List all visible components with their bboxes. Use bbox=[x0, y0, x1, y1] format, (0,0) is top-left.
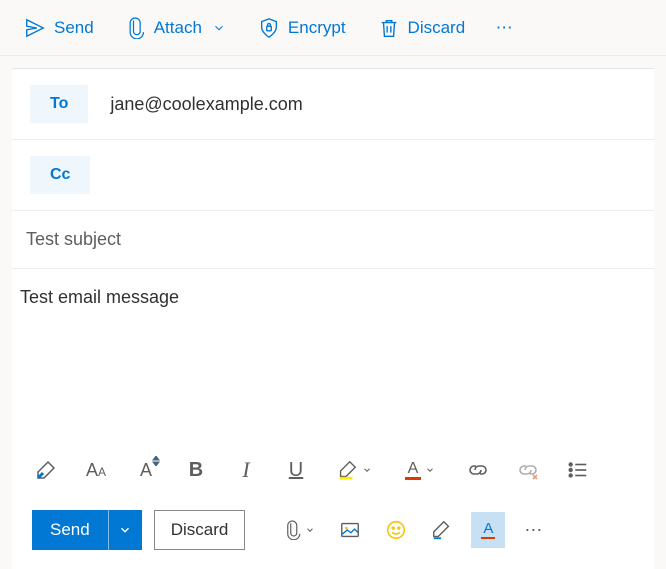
insert-picture-button[interactable] bbox=[333, 512, 367, 548]
insert-link-button[interactable] bbox=[464, 454, 492, 486]
discard-button-top[interactable]: Discard bbox=[366, 9, 478, 47]
font-size-icon: A bbox=[140, 460, 152, 481]
chevron-down-icon bbox=[305, 525, 315, 535]
attach-label: Attach bbox=[154, 18, 202, 38]
font-size-button[interactable]: A bbox=[132, 454, 160, 486]
remove-link-icon bbox=[516, 458, 540, 482]
encrypt-button[interactable]: Encrypt bbox=[246, 9, 358, 47]
message-body-text[interactable]: Test email message bbox=[20, 287, 646, 308]
font-color-icon: A bbox=[405, 461, 421, 480]
formatting-toolbar: AA A B I U A bbox=[12, 443, 654, 497]
send-label-top: Send bbox=[54, 18, 94, 38]
more-actions-top[interactable]: ⋯ bbox=[485, 10, 525, 46]
chevron-down-icon bbox=[362, 465, 372, 475]
bold-icon: B bbox=[189, 459, 203, 482]
more-actions-bottom[interactable]: ⋯ bbox=[517, 512, 551, 548]
italic-button[interactable]: I bbox=[232, 454, 260, 486]
send-icon bbox=[24, 17, 46, 39]
cc-button[interactable]: Cc bbox=[30, 156, 90, 194]
send-button-top[interactable]: Send bbox=[12, 9, 106, 47]
font-button[interactable]: AA bbox=[82, 454, 110, 486]
encrypt-label: Encrypt bbox=[288, 18, 346, 38]
chevron-down-icon bbox=[212, 21, 226, 35]
emoji-button[interactable] bbox=[379, 512, 413, 548]
underline-icon: U bbox=[289, 459, 303, 482]
message-body-area[interactable]: Test email message bbox=[12, 269, 654, 443]
paperclip-icon bbox=[284, 520, 302, 540]
send-split-button: Send bbox=[32, 510, 142, 550]
font-icon: AA bbox=[86, 460, 106, 481]
compose-card: To jane@coolexample.com Cc Test email me… bbox=[12, 68, 654, 569]
bold-button[interactable]: B bbox=[182, 454, 210, 486]
picture-icon bbox=[339, 519, 361, 541]
discard-label-top: Discard bbox=[408, 18, 466, 38]
remove-link-button[interactable] bbox=[514, 454, 542, 486]
shield-lock-icon bbox=[258, 17, 280, 39]
highlight-icon bbox=[336, 459, 358, 481]
emoji-icon bbox=[385, 519, 407, 541]
send-button[interactable]: Send bbox=[32, 510, 108, 550]
subject-input[interactable] bbox=[26, 229, 640, 250]
trash-icon bbox=[378, 17, 400, 39]
toggle-formatting-button[interactable]: A bbox=[471, 512, 505, 548]
discard-button[interactable]: Discard bbox=[154, 510, 246, 550]
cc-row: Cc bbox=[12, 140, 654, 211]
ellipsis-icon: ⋯ bbox=[524, 520, 544, 541]
attach-button[interactable]: Attach bbox=[114, 9, 238, 47]
format-painter-icon bbox=[34, 458, 58, 482]
link-icon bbox=[466, 458, 490, 482]
italic-icon: I bbox=[242, 457, 249, 483]
to-field[interactable]: jane@coolexample.com bbox=[110, 94, 636, 115]
ellipsis-icon: ⋯ bbox=[496, 18, 515, 38]
to-button[interactable]: To bbox=[30, 85, 88, 123]
to-row: To jane@coolexample.com bbox=[12, 69, 654, 140]
signature-icon bbox=[430, 519, 454, 541]
show-formatting-icon: A bbox=[481, 521, 495, 539]
bottom-action-bar: Send Discard A bbox=[12, 497, 654, 569]
top-toolbar: Send Attach Encrypt Discard ⋯ bbox=[0, 0, 666, 56]
underline-button[interactable]: U bbox=[282, 454, 310, 486]
bullet-list-button[interactable] bbox=[564, 454, 592, 486]
attach-button-bottom[interactable] bbox=[277, 512, 321, 548]
font-color-button[interactable]: A bbox=[398, 454, 442, 486]
send-options-button[interactable] bbox=[108, 510, 142, 550]
signature-button[interactable] bbox=[425, 512, 459, 548]
format-painter-button[interactable] bbox=[32, 454, 60, 486]
bullet-list-icon bbox=[567, 459, 589, 481]
highlight-button[interactable] bbox=[332, 454, 376, 486]
paperclip-icon bbox=[126, 17, 146, 39]
chevron-down-icon bbox=[118, 523, 132, 537]
subject-row bbox=[12, 211, 654, 269]
compose-area: To jane@coolexample.com Cc Test email me… bbox=[0, 56, 666, 569]
chevron-down-icon bbox=[425, 465, 435, 475]
